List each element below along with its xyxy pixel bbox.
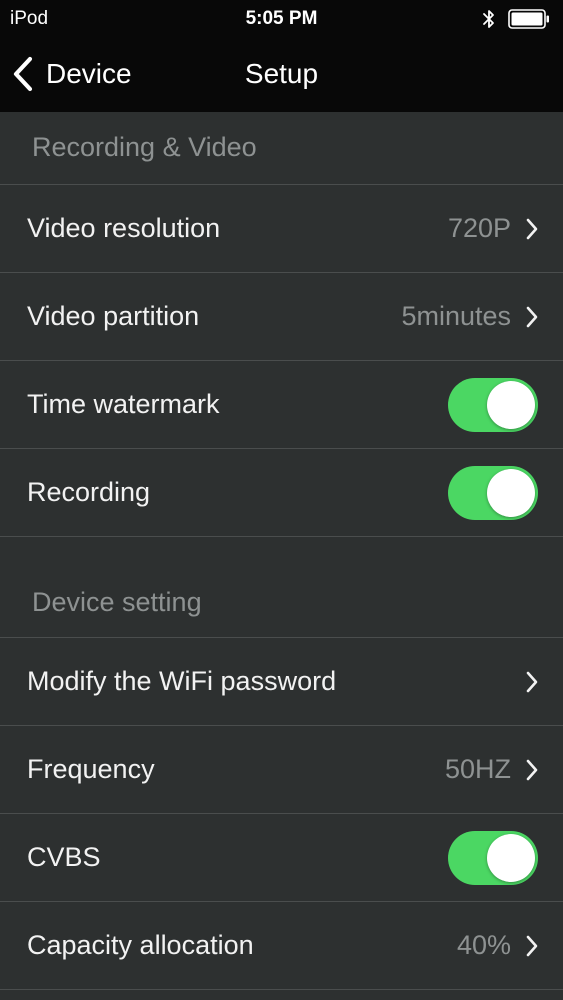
row-label: Video partition (27, 301, 200, 331)
row-value: 5minutes (401, 301, 511, 331)
cvbs-row: CVBS (0, 814, 563, 902)
row-label: Recording (27, 477, 151, 507)
row-label: Frequency (27, 754, 155, 784)
toggle-knob (487, 468, 535, 517)
row-label: Modify the WiFi password (27, 666, 337, 696)
row-label: Time watermark (27, 389, 220, 419)
row-value: 720P (447, 213, 511, 243)
row-label: Video resolution (27, 213, 221, 243)
modify-wifi-password-row[interactable]: Modify the WiFi password (0, 638, 563, 726)
battery-full-icon (508, 9, 550, 29)
capacity-allocation-row[interactable]: Capacity allocation 40% (0, 902, 563, 990)
time-watermark-toggle[interactable] (448, 377, 538, 432)
cvbs-toggle[interactable] (448, 830, 538, 885)
status-time: 5:05 PM (245, 8, 318, 29)
device-setting-list: Modify the WiFi password Frequency 50HZ … (0, 637, 563, 990)
setup-screen: iPod 5:05 PM Device Setup Recording & Vi… (0, 0, 563, 1000)
page-title: Setup (244, 58, 319, 89)
toggle-knob (487, 833, 535, 882)
frequency-row[interactable]: Frequency 50HZ (0, 726, 563, 814)
status-bar: iPod 5:05 PM (0, 0, 563, 38)
row-label: Capacity allocation (27, 930, 254, 960)
recording-row: Recording (0, 449, 563, 537)
chevron-right-icon (525, 759, 539, 781)
video-resolution-row[interactable]: Video resolution 720P (0, 185, 563, 273)
video-partition-row[interactable]: Video partition 5minutes (0, 273, 563, 361)
settings-content: Recording & Video Video resolution 720P … (0, 112, 563, 990)
recording-video-list: Video resolution 720P Video partition 5m… (0, 184, 563, 537)
chevron-right-icon (525, 935, 539, 957)
bluetooth-icon (481, 8, 497, 30)
chevron-right-icon (525, 306, 539, 328)
time-watermark-row: Time watermark (0, 361, 563, 449)
navigation-bar: Device Setup (0, 38, 563, 112)
recording-toggle[interactable] (448, 465, 538, 520)
toggle-knob (487, 380, 535, 429)
chevron-right-icon (525, 671, 539, 693)
row-value: 40% (456, 930, 511, 960)
chevron-right-icon (525, 218, 539, 240)
row-value: 50HZ (444, 754, 511, 784)
section-header-device-setting: Device setting (32, 587, 202, 617)
section-header-recording-video: Recording & Video (32, 132, 257, 162)
row-label: CVBS (27, 842, 101, 872)
